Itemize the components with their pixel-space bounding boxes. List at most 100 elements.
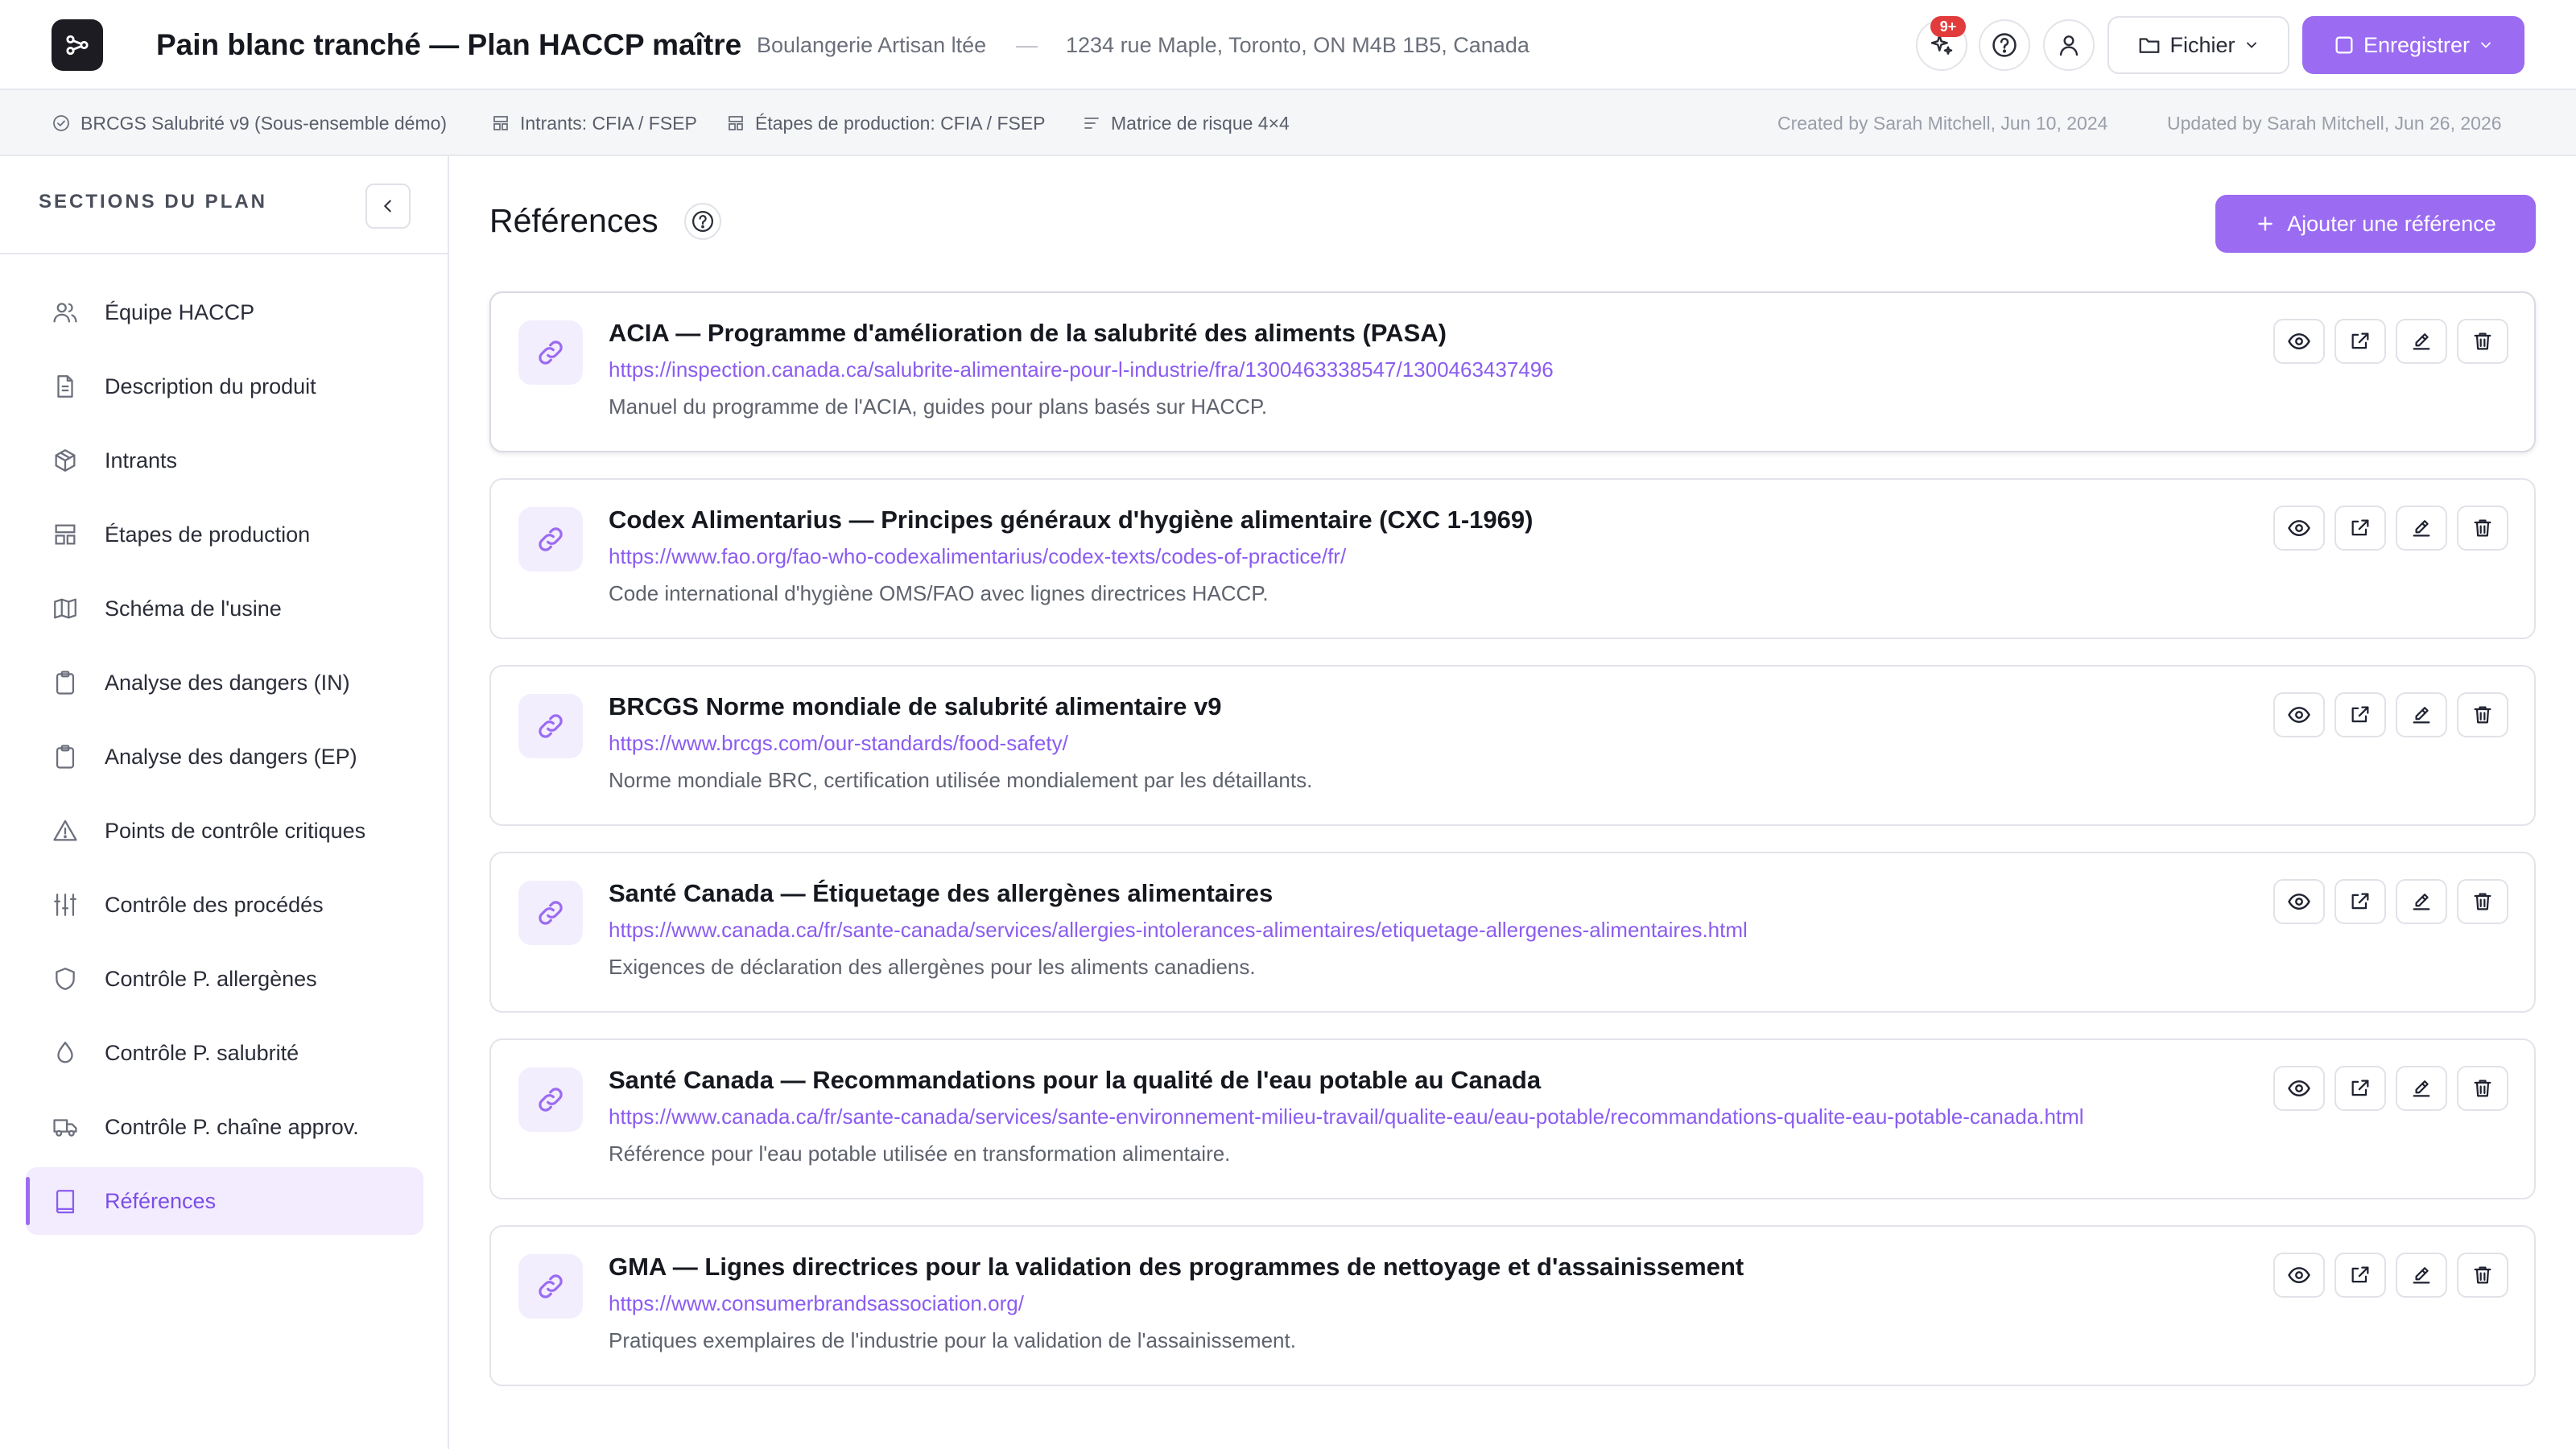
sidebar-item-controle-allergenes[interactable]: Contrôle P. allergènes — [26, 945, 423, 1013]
delete-reference-button[interactable] — [2457, 879, 2508, 924]
list-icon — [1084, 118, 1099, 129]
sidebar-item-analyse-dangers-in[interactable]: Analyse des dangers (IN) — [26, 649, 423, 716]
open-reference-button[interactable] — [2334, 1253, 2386, 1298]
sidebar-item-description-produit[interactable]: Description du produit — [26, 353, 423, 420]
reference-url-link[interactable]: https://inspection.canada.ca/salubrite-a… — [609, 356, 1554, 383]
file-menu-label: Fichier — [2169, 32, 2235, 57]
sidebar-item-controle-procedes[interactable]: Contrôle des procédés — [26, 871, 423, 939]
help-circle-icon — [692, 211, 713, 232]
view-reference-button[interactable] — [2273, 319, 2325, 364]
reference-title: Codex Alimentarius — Principes généraux … — [609, 506, 1534, 534]
chevron-down-icon — [2246, 42, 2256, 48]
delete-reference-button[interactable] — [2457, 506, 2508, 551]
meta-intrants[interactable]: Intrants: CFIA / FSEP — [491, 90, 697, 156]
reference-card[interactable]: Santé Canada — Étiquetage des allergènes… — [489, 852, 2536, 1013]
references-help-button[interactable] — [684, 203, 721, 240]
view-reference-button[interactable] — [2273, 879, 2325, 924]
box-icon — [50, 445, 80, 476]
eye-icon — [2287, 703, 2311, 727]
reference-url-link[interactable]: https://www.brcgs.com/our-standards/food… — [609, 729, 1068, 757]
sidebar-item-points-controle-critiques[interactable]: Points de contrôle critiques — [26, 797, 423, 865]
save-button[interactable]: Enregistrer — [2302, 16, 2524, 74]
add-reference-button[interactable]: Ajouter une référence — [2215, 195, 2536, 253]
edit-reference-button[interactable] — [2396, 1253, 2447, 1298]
reference-card[interactable]: Codex Alimentarius — Principes généraux … — [489, 478, 2536, 639]
reference-actions — [2273, 692, 2508, 737]
sidebar-item-references[interactable]: Références — [26, 1167, 423, 1235]
eye-icon — [2287, 1263, 2311, 1287]
view-reference-button[interactable] — [2273, 506, 2325, 551]
delete-reference-button[interactable] — [2457, 692, 2508, 737]
sidebar-item-etapes-production[interactable]: Étapes de production — [26, 501, 423, 568]
trash-icon — [2471, 1264, 2494, 1286]
map-icon — [50, 593, 80, 624]
edit-reference-button[interactable] — [2396, 319, 2447, 364]
sidebar-item-schema-usine[interactable]: Schéma de l'usine — [26, 575, 423, 642]
reference-url-link[interactable]: https://www.canada.ca/fr/sante-canada/se… — [609, 1103, 2084, 1130]
eye-icon — [2287, 516, 2311, 540]
link-icon — [518, 320, 583, 385]
edit-reference-button[interactable] — [2396, 506, 2447, 551]
reference-url-link[interactable]: https://www.canada.ca/fr/sante-canada/se… — [609, 916, 1748, 943]
sidebar-item-label: Contrôle des procédés — [105, 892, 324, 917]
open-reference-button[interactable] — [2334, 692, 2386, 737]
reference-description: Norme mondiale BRC, certification utilis… — [609, 768, 1313, 792]
external-link-icon — [2349, 1077, 2372, 1100]
view-reference-button[interactable] — [2273, 1066, 2325, 1111]
edit-icon — [2410, 330, 2433, 353]
help-button[interactable] — [1979, 19, 2030, 71]
sidebar-item-controle-chaine-approv[interactable]: Contrôle P. chaîne approv. — [26, 1093, 423, 1161]
trash-icon — [2471, 1077, 2494, 1100]
sidebar-item-analyse-dangers-ep[interactable]: Analyse des dangers (EP) — [26, 723, 423, 791]
reference-description: Pratiques exemplaires de l'industrie pou… — [609, 1328, 1296, 1352]
sidebar-item-intrants[interactable]: Intrants — [26, 427, 423, 494]
reference-url-link[interactable]: https://www.fao.org/fao-who-codexaliment… — [609, 543, 1346, 570]
collapse-sidebar-button[interactable] — [365, 184, 411, 229]
layout-icon — [50, 519, 80, 550]
reference-card[interactable]: GMA — Lignes directrices pour la validat… — [489, 1225, 2536, 1386]
reference-actions — [2273, 1066, 2508, 1111]
sidebar-item-equipe-haccp[interactable]: Équipe HACCP — [26, 279, 423, 346]
edit-icon — [2410, 704, 2433, 726]
open-reference-button[interactable] — [2334, 879, 2386, 924]
sliders-icon — [50, 890, 80, 920]
delete-reference-button[interactable] — [2457, 319, 2508, 364]
meta-standard-label: BRCGS Salubrité v9 (Sous-ensemble démo) — [80, 112, 448, 134]
view-reference-button[interactable] — [2273, 692, 2325, 737]
reference-card[interactable]: Santé Canada — Recommandations pour la q… — [489, 1038, 2536, 1199]
open-reference-button[interactable] — [2334, 319, 2386, 364]
open-reference-button[interactable] — [2334, 1066, 2386, 1111]
sidebar-item-label: Points de contrôle critiques — [105, 818, 366, 843]
open-reference-button[interactable] — [2334, 506, 2386, 551]
edit-reference-button[interactable] — [2396, 1066, 2447, 1111]
reference-card[interactable]: ACIA — Programme d'amélioration de la sa… — [489, 291, 2536, 452]
sidebar-item-label: Contrôle P. chaîne approv. — [105, 1114, 359, 1139]
meta-standard[interactable]: BRCGS Salubrité v9 (Sous-ensemble démo) — [52, 90, 447, 156]
user-icon — [2059, 35, 2079, 56]
user-profile-button[interactable] — [2043, 19, 2095, 71]
link-icon — [518, 1254, 583, 1319]
view-reference-button[interactable] — [2273, 1253, 2325, 1298]
company-name: Boulangerie Artisan ltée — [757, 33, 987, 57]
file-menu-button[interactable]: Fichier — [2107, 16, 2289, 74]
shield-icon — [50, 964, 80, 994]
droplet-icon — [50, 1038, 80, 1068]
edit-reference-button[interactable] — [2396, 692, 2447, 737]
reference-title: BRCGS Norme mondiale de salubrité alimen… — [609, 692, 1222, 720]
meta-matrix[interactable]: Matrice de risque 4×4 — [1082, 90, 1290, 156]
external-link-icon — [2349, 1264, 2372, 1286]
sidebar-item-label: Intrants — [105, 448, 178, 473]
clipboard-icon — [50, 741, 80, 772]
app-logo[interactable] — [52, 19, 103, 71]
meta-etapes[interactable]: Étapes de production: CFIA / FSEP — [726, 90, 1046, 156]
reference-card[interactable]: BRCGS Norme mondiale de salubrité alimen… — [489, 665, 2536, 826]
reference-url-link[interactable]: https://www.consumerbrandsassociation.or… — [609, 1290, 1024, 1317]
edit-reference-button[interactable] — [2396, 879, 2447, 924]
save-label: Enregistrer — [2363, 32, 2471, 57]
delete-reference-button[interactable] — [2457, 1253, 2508, 1298]
sidebar-item-controle-salubrite[interactable]: Contrôle P. salubrité — [26, 1019, 423, 1087]
eye-icon — [2287, 1076, 2311, 1100]
save-icon — [2335, 36, 2353, 54]
reference-description: Exigences de déclaration des allergènes … — [609, 955, 1256, 979]
delete-reference-button[interactable] — [2457, 1066, 2508, 1111]
